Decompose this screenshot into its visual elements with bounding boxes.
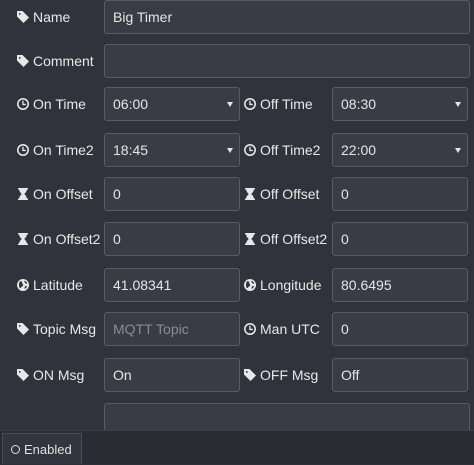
man-utc-input[interactable]: 0 bbox=[332, 312, 468, 346]
off-msg-label: OFF Msg bbox=[243, 358, 318, 392]
on-msg-label: ON Msg bbox=[16, 358, 84, 392]
row-topic-utc: Topic Msg MQTT Topic Man UTC 0 bbox=[0, 312, 474, 346]
on-offset2-label: On Offset2 bbox=[16, 222, 100, 256]
row-name: Name Big Timer bbox=[0, 0, 474, 34]
row-messages: ON Msg On OFF Msg Off bbox=[0, 358, 474, 392]
partial-input[interactable] bbox=[104, 403, 470, 430]
clock-icon bbox=[243, 97, 257, 111]
man-utc-label: Man UTC bbox=[243, 312, 320, 346]
enabled-toggle[interactable]: Enabled bbox=[2, 433, 82, 464]
clock-icon bbox=[16, 143, 30, 157]
on-offset-input[interactable]: 0 bbox=[104, 177, 240, 211]
latitude-label: Latitude bbox=[16, 268, 83, 302]
name-input[interactable]: Big Timer bbox=[104, 0, 470, 34]
chevron-down-icon bbox=[227, 102, 233, 107]
on-offset2-input[interactable]: 0 bbox=[104, 222, 240, 256]
on-time-label: On Time bbox=[16, 87, 86, 121]
latitude-input[interactable]: 41.08341 bbox=[104, 268, 240, 302]
comment-input[interactable] bbox=[104, 44, 470, 78]
off-time-label: Off Time bbox=[243, 87, 313, 121]
tag-icon bbox=[16, 368, 30, 382]
bottom-bar: Enabled bbox=[0, 430, 474, 464]
clock-icon bbox=[243, 322, 257, 336]
globe-icon bbox=[16, 278, 30, 292]
hourglass-icon bbox=[16, 232, 30, 246]
on-time2-select[interactable]: 18:45 bbox=[104, 133, 240, 167]
name-label: Name bbox=[16, 0, 70, 34]
off-offset-label: Off Offset bbox=[243, 177, 319, 211]
on-time-select[interactable]: 06:00 bbox=[104, 87, 240, 121]
off-offset-input[interactable]: 0 bbox=[332, 177, 468, 211]
chevron-down-icon bbox=[455, 148, 461, 153]
on-msg-input[interactable]: On bbox=[104, 358, 240, 392]
hourglass-icon bbox=[16, 187, 30, 201]
off-offset2-input[interactable]: 0 bbox=[332, 222, 468, 256]
comment-label: Comment bbox=[16, 44, 94, 78]
chevron-down-icon bbox=[227, 148, 233, 153]
topic-msg-label: Topic Msg bbox=[16, 312, 96, 346]
clock-icon bbox=[243, 143, 257, 157]
row-on-off-time: On Time 06:00 Off Time 08:30 bbox=[0, 87, 474, 121]
tag-icon bbox=[16, 322, 30, 336]
longitude-label: Longitude bbox=[243, 268, 322, 302]
row-partial bbox=[0, 403, 474, 430]
row-location: Latitude 41.08341 Longitude 80.6495 bbox=[0, 268, 474, 302]
row-offset: On Offset 0 Off Offset 0 bbox=[0, 177, 474, 211]
chevron-down-icon bbox=[455, 102, 461, 107]
timer-config-form: Name Big Timer Comment On Time 06:00 Off… bbox=[0, 0, 474, 430]
on-time2-label: On Time2 bbox=[16, 133, 94, 167]
globe-icon bbox=[243, 278, 257, 292]
topic-msg-input[interactable]: MQTT Topic bbox=[104, 312, 240, 346]
longitude-input[interactable]: 80.6495 bbox=[332, 268, 468, 302]
off-offset2-label: Off Offset2 bbox=[243, 222, 327, 256]
circle-icon bbox=[11, 444, 20, 454]
row-comment: Comment bbox=[0, 44, 474, 78]
clock-icon bbox=[16, 97, 30, 111]
off-msg-input[interactable]: Off bbox=[332, 358, 468, 392]
row-on-off-time2: On Time2 18:45 Off Time2 22:00 bbox=[0, 133, 474, 167]
on-offset-label: On Offset bbox=[16, 177, 93, 211]
tag-icon bbox=[16, 54, 30, 68]
tag-icon bbox=[16, 10, 30, 24]
tag-icon bbox=[243, 368, 257, 382]
row-offset2: On Offset2 0 Off Offset2 0 bbox=[0, 222, 474, 256]
hourglass-icon bbox=[243, 232, 257, 246]
off-time2-label: Off Time2 bbox=[243, 133, 320, 167]
off-time2-select[interactable]: 22:00 bbox=[332, 133, 468, 167]
off-time-select[interactable]: 08:30 bbox=[332, 87, 468, 121]
hourglass-icon bbox=[243, 187, 257, 201]
